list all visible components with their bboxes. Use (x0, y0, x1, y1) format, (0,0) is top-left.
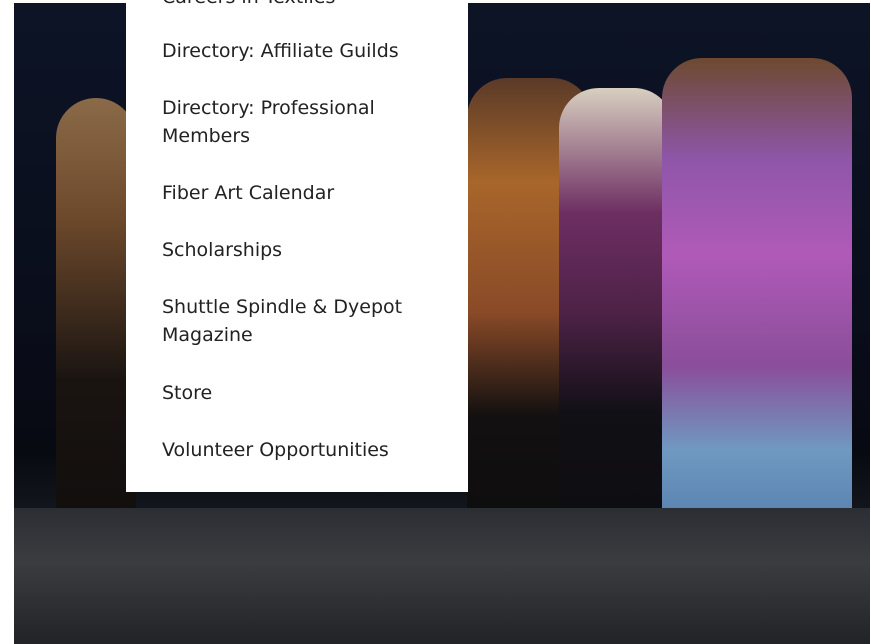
nav-dropdown-menu: Careers in Textiles Directory: Affiliate… (126, 0, 468, 492)
menu-item-careers-in-textiles[interactable]: Careers in Textiles (162, 0, 452, 11)
model-figure (56, 98, 136, 568)
menu-item-fiber-art-calendar[interactable]: Fiber Art Calendar (162, 179, 452, 207)
menu-item-store[interactable]: Store (162, 379, 452, 407)
menu-item-scholarships[interactable]: Scholarships (162, 236, 452, 264)
menu-item-shuttle-spindle-dyepot-magazine[interactable]: Shuttle Spindle & Dyepot Magazine (162, 293, 452, 349)
menu-item-directory-affiliate-guilds[interactable]: Directory: Affiliate Guilds (162, 37, 452, 65)
menu-item-volunteer-opportunities[interactable]: Volunteer Opportunities (162, 436, 452, 464)
menu-item-directory-professional-members[interactable]: Directory: Professional Members (162, 94, 452, 150)
runway-stage (14, 508, 870, 644)
